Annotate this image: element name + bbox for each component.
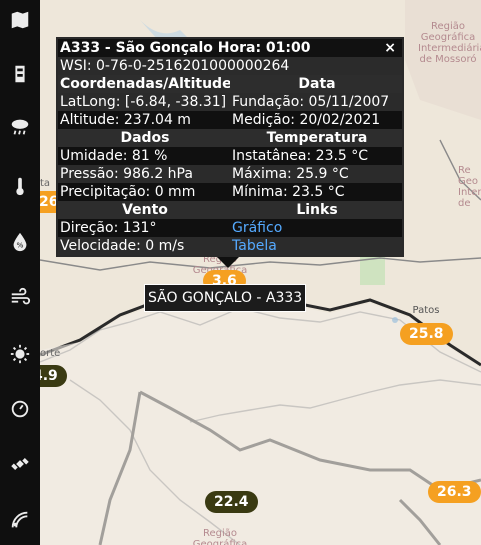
svg-text:%: % [17,241,24,250]
thermometer-icon[interactable] [0,166,40,206]
popup-title-row: A333 - São Gonçalo Hora: 01:00 × [58,39,402,57]
popup-row: Pressão: 986.2 hPa Máxima: 25.9 °C [58,165,402,183]
popup-header-row: Vento Links [58,201,402,219]
map-label-patos: Patos [412,305,440,316]
satellite-icon[interactable] [0,444,40,484]
sidebar: % [0,0,40,545]
header-links: Links [296,202,338,218]
popup-row: Altitude: 237.04 m Medição: 20/02/2021 [58,111,402,129]
rain-icon[interactable] [0,107,40,147]
velocidade-value: Velocidade: 0 m/s [60,238,185,254]
station-tooltip: SÃO GONÇALO - A333 [144,284,307,312]
pressure-icon[interactable] [0,389,40,429]
minima-value: Mínima: 23.5 °C [232,184,345,200]
station-popup: A333 - São Gonçalo Hora: 01:00 × WSI: 0-… [56,37,404,257]
popup-row: Umidade: 81 % Instatânea: 23.5 °C [58,147,402,165]
medicao-value: Medição: 20/02/2021 [232,112,381,128]
station-marker[interactable]: 26.3 [428,481,481,503]
wind-icon[interactable] [0,278,40,318]
map-label-edge-right: Re Geo Inter de [458,165,481,209]
popup-row: Direção: 131° Gráfico [58,219,402,237]
station-icon[interactable] [0,54,40,94]
map-icon[interactable] [0,0,40,40]
radar-icon[interactable] [0,500,40,540]
popup-row: Velocidade: 0 m/s Tabela [58,237,402,255]
station-marker[interactable]: 22.4 [205,491,258,513]
sun-icon[interactable] [0,334,40,374]
popup-tip [216,256,240,268]
altitude-value: Altitude: 237.04 m [60,112,191,128]
latlong-value: LatLong: [-6.84, -38.31] [60,94,227,110]
station-marker[interactable]: 25.8 [400,323,453,345]
popup-wsi: WSI: 0-76-0-2516201000000264 [60,58,290,74]
instantanea-value: Instatânea: 23.5 °C [232,148,369,164]
fundacao-value: Fundação: 05/11/2007 [232,94,390,110]
close-icon[interactable]: × [384,39,396,57]
precipitacao-value: Precipitação: 0 mm [60,184,196,200]
popup-row: WSI: 0-76-0-2516201000000264 [58,57,402,75]
direcao-value: Direção: 131° [60,220,157,236]
popup-row: LatLong: [-6.84, -38.31] Fundação: 05/11… [58,93,402,111]
popup-header-row: Coordenadas/Altitude Data [58,75,402,93]
popup-header-row: Dados Temperatura [58,129,402,147]
pressao-value: Pressão: 986.2 hPa [60,166,193,182]
humidity-icon[interactable]: % [0,222,40,262]
header-data: Data [298,76,336,92]
header-dados: Dados [120,130,170,146]
grafico-link[interactable]: Gráfico [232,220,282,236]
map-label-orte: orte [40,348,61,359]
tabela-link[interactable]: Tabela [232,238,277,254]
maxima-value: Máxima: 25.9 °C [232,166,349,182]
map-label-region-tr: Região Geográfica Intermediária de Mosso… [418,21,481,65]
header-temperatura: Temperatura [266,130,368,146]
station-marker[interactable]: 4.9 [40,365,67,387]
umidade-value: Umidade: 81 % [60,148,168,164]
header-vento: Vento [122,202,168,218]
popup-title: A333 - São Gonçalo Hora: 01:00 [60,40,311,56]
popup-row: Precipitação: 0 mm Mínima: 23.5 °C [58,183,402,201]
header-coordenadas: Coordenadas/Altitude [60,76,230,92]
map-label-region-bot: Região Geográfica [192,528,248,545]
